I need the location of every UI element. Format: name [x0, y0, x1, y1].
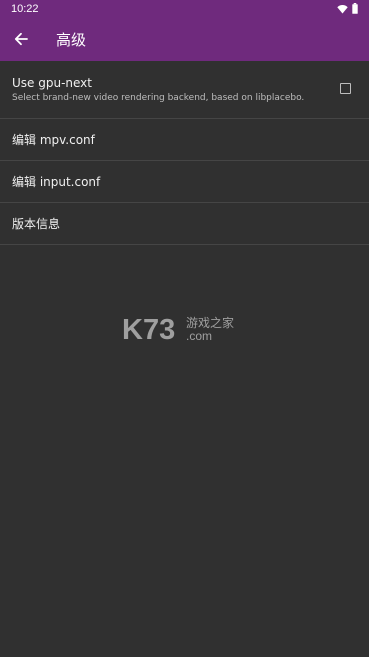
status-icons	[337, 3, 358, 17]
watermark-brand: K73	[122, 314, 175, 346]
status-time: 10:22	[11, 3, 39, 15]
status-bar: 10:22	[0, 0, 369, 18]
settings-screen: 10:22 高级 Use gpu-next Select brand-new v…	[0, 0, 369, 657]
watermark-logo: K73 游戏之家 .com	[122, 313, 252, 347]
settings-list: Use gpu-next Select brand-new video rend…	[0, 61, 369, 245]
pref-summary: Select brand-new video rendering backend…	[12, 93, 305, 103]
pref-edit-mpv-conf[interactable]: 编辑 mpv.conf	[0, 119, 369, 161]
app-bar: 高级	[0, 18, 369, 61]
pref-edit-input-conf[interactable]: 编辑 input.conf	[0, 161, 369, 203]
pref-version-info[interactable]: 版本信息	[0, 203, 369, 245]
pref-title: 编辑 input.conf	[12, 175, 101, 189]
watermark-tagline: 游戏之家	[186, 315, 234, 330]
pref-title: 编辑 mpv.conf	[12, 133, 95, 147]
arrow-left-icon	[14, 31, 28, 50]
watermark-domain: .com	[186, 329, 212, 343]
page-title: 高级	[56, 31, 87, 49]
wifi-icon	[337, 4, 348, 17]
battery-icon	[352, 3, 358, 17]
pref-use-gpu-next[interactable]: Use gpu-next Select brand-new video rend…	[0, 61, 369, 119]
gpu-next-checkbox[interactable]	[340, 83, 351, 94]
pref-title: 版本信息	[12, 217, 61, 231]
back-button[interactable]	[10, 29, 32, 51]
pref-title: Use gpu-next	[12, 76, 92, 90]
